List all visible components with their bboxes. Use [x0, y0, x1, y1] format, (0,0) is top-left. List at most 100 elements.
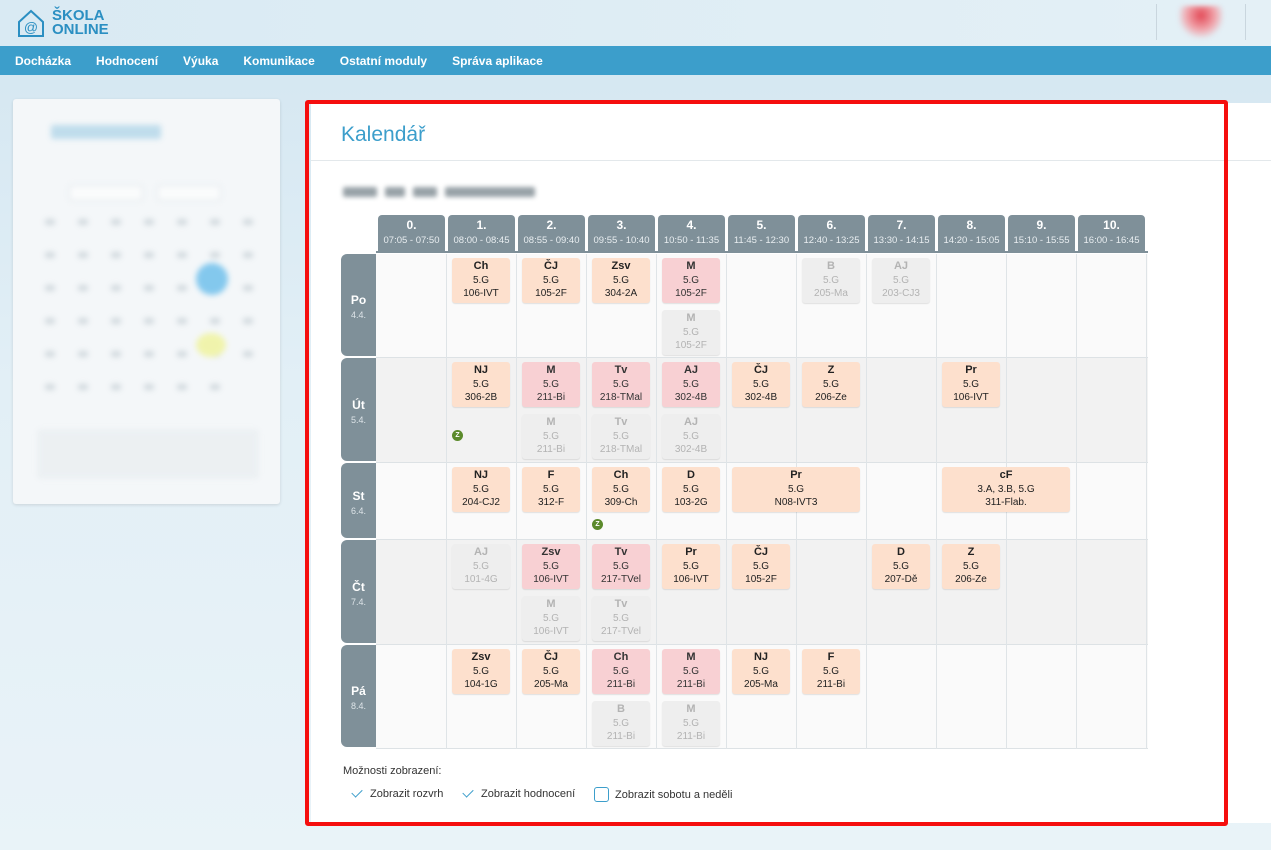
mini-calendar-day[interactable]	[210, 219, 220, 225]
mini-calendar-day[interactable]	[177, 351, 187, 357]
lesson-card[interactable]: M 5.G 105-2F	[662, 258, 720, 303]
mini-calendar-day[interactable]	[144, 351, 154, 357]
mini-calendar-day[interactable]	[111, 351, 121, 357]
lesson-card[interactable]: ČJ 5.G 105-2F	[732, 544, 790, 589]
lesson-card[interactable]: ČJ 5.G 302-4B	[732, 362, 790, 407]
mini-calendar-day[interactable]	[144, 252, 154, 258]
lesson-card[interactable]: F 5.G 211-Bi	[802, 649, 860, 694]
lesson-card[interactable]: M 5.G 211-Bi	[662, 701, 720, 746]
lesson-card[interactable]: M 5.G 106-IVT	[522, 596, 580, 641]
lesson-card[interactable]: Ch 5.G 106-IVT	[452, 258, 510, 303]
mini-calendar-day[interactable]	[177, 285, 187, 291]
menu-item-dochazka[interactable]: Docházka	[15, 54, 71, 68]
lesson-card[interactable]: M 5.G 211-Bi	[522, 414, 580, 459]
lesson-card[interactable]: Ch 5.G 309-Ch	[592, 467, 650, 512]
month-select[interactable]	[69, 185, 143, 201]
option-show-grades[interactable]: Zobrazit hodnocení	[461, 787, 575, 801]
lesson-card[interactable]: cF 3.A, 3.B, 5.G 311-Flab.	[942, 467, 1070, 512]
lesson-card[interactable]: NJ 5.G 306-2B	[452, 362, 510, 407]
mini-calendar-day[interactable]	[78, 252, 88, 258]
mini-calendar-day[interactable]	[78, 219, 88, 225]
mini-calendar-day[interactable]	[111, 252, 121, 258]
mini-calendar-highlight[interactable]	[196, 333, 226, 357]
mini-calendar-day[interactable]	[45, 285, 55, 291]
lesson-card[interactable]: Zsv 5.G 304-2A	[592, 258, 650, 303]
lesson-card[interactable]: ČJ 5.G 105-2F	[522, 258, 580, 303]
mini-calendar-day[interactable]	[111, 285, 121, 291]
lesson-card[interactable]: Zsv 5.G 104-1G	[452, 649, 510, 694]
mini-calendar-day[interactable]	[78, 351, 88, 357]
mini-calendar-day[interactable]	[45, 252, 55, 258]
mini-calendar-day[interactable]	[45, 351, 55, 357]
lesson-card[interactable]: Tv 5.G 218-TMal	[592, 362, 650, 407]
lesson-card[interactable]: D 5.G 103-2G	[662, 467, 720, 512]
lesson-card[interactable]: AJ 5.G 203-CJ3	[872, 258, 930, 303]
lesson-card[interactable]: Z 5.G 206-Ze	[802, 362, 860, 407]
lesson-card[interactable]: NJ 5.G 204-CJ2	[452, 467, 510, 512]
mini-calendar-day[interactable]	[78, 384, 88, 390]
mini-calendar-day[interactable]	[144, 219, 154, 225]
option-show-timetable[interactable]: Zobrazit rozvrh	[350, 787, 443, 801]
mini-calendar-day[interactable]	[210, 318, 220, 324]
avatar[interactable]	[1179, 6, 1223, 38]
mini-calendar-day[interactable]	[210, 252, 220, 258]
lesson-card[interactable]: M 5.G 105-2F	[662, 310, 720, 355]
menu-item-komunikace[interactable]: Komunikace	[243, 54, 314, 68]
lesson-card[interactable]: B 5.G 205-Ma	[802, 258, 860, 303]
lesson-card[interactable]: Tv 5.G 217-TVel	[592, 596, 650, 641]
mini-calendar-day[interactable]	[111, 318, 121, 324]
mini-calendar-day[interactable]	[243, 285, 253, 291]
mini-calendar-day[interactable]	[45, 219, 55, 225]
lesson-card[interactable]: F 5.G 312-F	[522, 467, 580, 512]
mini-calendar-day[interactable]	[111, 384, 121, 390]
menu-item-hodnoceni[interactable]: Hodnocení	[96, 54, 158, 68]
mini-calendar-day[interactable]	[243, 252, 253, 258]
mini-calendar-day[interactable]	[243, 318, 253, 324]
user-menu[interactable]	[1156, 4, 1246, 40]
checkbox-checked-icon[interactable]	[461, 787, 475, 801]
school-online-logo[interactable]: @ ŠKOLA ONLINE	[16, 6, 109, 40]
lesson-card[interactable]: Pr 5.G N08-IVT3	[732, 467, 860, 512]
mini-calendar-day[interactable]	[78, 285, 88, 291]
lesson-card[interactable]: Pr 5.G 106-IVT	[942, 362, 1000, 407]
mini-calendar-day[interactable]	[210, 384, 220, 390]
lesson-card[interactable]: AJ 5.G 101-4G	[452, 544, 510, 589]
grade-marker-icon[interactable]: Z	[592, 519, 603, 530]
mini-calendar-day[interactable]	[45, 318, 55, 324]
checkbox-unchecked-icon[interactable]	[594, 787, 609, 802]
mini-calendar-day[interactable]	[111, 219, 121, 225]
mini-calendar-day[interactable]	[45, 384, 55, 390]
option-show-weekend[interactable]: Zobrazit sobotu a neděli	[594, 787, 732, 802]
lesson-card[interactable]: Z 5.G 206-Ze	[942, 544, 1000, 589]
lesson-card[interactable]: D 5.G 207-Dě	[872, 544, 930, 589]
mini-calendar-day[interactable]	[177, 252, 187, 258]
lesson-card[interactable]: AJ 5.G 302-4B	[662, 362, 720, 407]
lesson-card[interactable]: NJ 5.G 205-Ma	[732, 649, 790, 694]
lesson-card[interactable]: ČJ 5.G 205-Ma	[522, 649, 580, 694]
menu-item-vyuka[interactable]: Výuka	[183, 54, 218, 68]
mini-calendar-day[interactable]	[177, 318, 187, 324]
mini-calendar-day[interactable]	[243, 219, 253, 225]
lesson-card[interactable]: M 5.G 211-Bi	[662, 649, 720, 694]
mini-calendar-day[interactable]	[243, 351, 253, 357]
mini-calendar-day[interactable]	[144, 318, 154, 324]
mini-calendar-today[interactable]	[196, 263, 228, 295]
mini-calendar-day[interactable]	[144, 384, 154, 390]
mini-calendar-day[interactable]	[177, 219, 187, 225]
lesson-card[interactable]: Pr 5.G 106-IVT	[662, 544, 720, 589]
checkbox-checked-icon[interactable]	[350, 787, 364, 801]
lesson-card[interactable]: AJ 5.G 302-4B	[662, 414, 720, 459]
mini-calendar-day[interactable]	[78, 318, 88, 324]
lesson-card[interactable]: B 5.G 211-Bi	[592, 701, 650, 746]
year-select[interactable]	[157, 185, 221, 201]
lesson-card[interactable]: Zsv 5.G 106-IVT	[522, 544, 580, 589]
menu-item-sprava-aplikace[interactable]: Správa aplikace	[452, 54, 543, 68]
mini-calendar-day[interactable]	[144, 285, 154, 291]
lesson-card[interactable]: Ch 5.G 211-Bi	[592, 649, 650, 694]
lesson-card[interactable]: Tv 5.G 218-TMal	[592, 414, 650, 459]
lesson-card[interactable]: Tv 5.G 217-TVel	[592, 544, 650, 589]
menu-item-ostatni-moduly[interactable]: Ostatní moduly	[340, 54, 427, 68]
mini-calendar-day[interactable]	[177, 384, 187, 390]
grade-marker-icon[interactable]: Z	[452, 430, 463, 441]
lesson-card[interactable]: M 5.G 211-Bi	[522, 362, 580, 407]
